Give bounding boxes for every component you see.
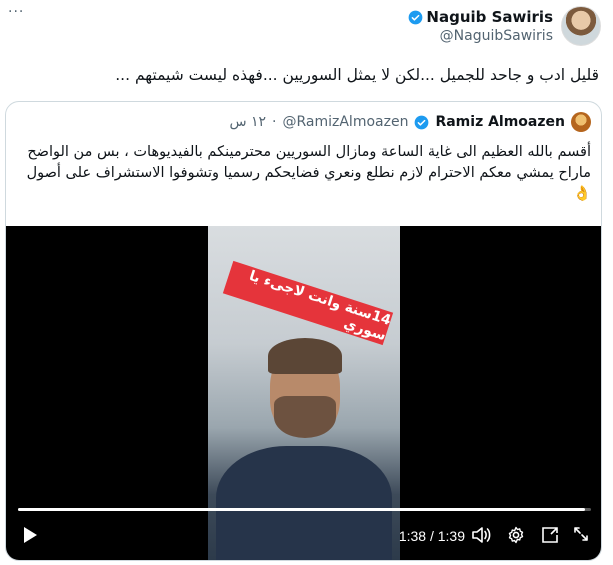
dock-icon[interactable]	[541, 526, 559, 544]
quoted-tweet-time[interactable]: ١٢ س	[229, 114, 266, 130]
tweet-text: قليل ادب و جاحد للجميل ...لكن لا يمثل ال…	[115, 66, 599, 84]
settings-icon[interactable]	[507, 526, 525, 544]
verified-badge-icon	[415, 115, 429, 129]
author-handle[interactable]: @NaguibSawiris	[408, 28, 553, 44]
separator-dot: ·	[272, 114, 277, 130]
fullscreen-icon[interactable]	[573, 526, 589, 542]
video-time-display: 1:38 / 1:39	[398, 528, 465, 544]
quoted-tweet-text: أقسم بالله العظيم الى غاية الساعة ومازال…	[26, 144, 591, 202]
more-options-icon[interactable]: ···	[8, 4, 24, 20]
video-progress-fill	[18, 508, 586, 511]
quoted-author-name[interactable]: Ramiz Almoazen	[435, 114, 565, 130]
video-overlay-caption: 14سنة وانت لاجىء يا سوري	[222, 260, 394, 346]
author-display-name[interactable]: Naguib Sawiris	[408, 8, 553, 26]
verified-badge-icon	[409, 10, 423, 24]
quoted-author-handle[interactable]: @RamizAlmoazen	[282, 114, 408, 130]
author-names: Naguib Sawiris @NaguibSawiris	[408, 6, 553, 44]
video-player[interactable]: 14سنة وانت لاجىء يا سوري 1:38 / 1:39	[6, 226, 601, 560]
quoted-tweet-card[interactable]: ١٢ س · @RamizAlmoazen Ramiz Almoazen أقس…	[5, 101, 602, 561]
person-hair	[268, 338, 342, 374]
play-icon[interactable]	[22, 526, 38, 544]
volume-icon[interactable]	[471, 526, 491, 544]
video-progress-bar[interactable]	[18, 508, 591, 511]
tweet-author[interactable]: Naguib Sawiris @NaguibSawiris	[408, 6, 601, 46]
author-avatar[interactable]	[561, 6, 601, 46]
person-beard	[274, 396, 336, 438]
quoted-tweet-header: ١٢ س · @RamizAlmoazen Ramiz Almoazen	[229, 112, 591, 132]
quoted-author-avatar[interactable]	[571, 112, 591, 132]
video-controls: 1:38 / 1:39	[6, 520, 601, 556]
